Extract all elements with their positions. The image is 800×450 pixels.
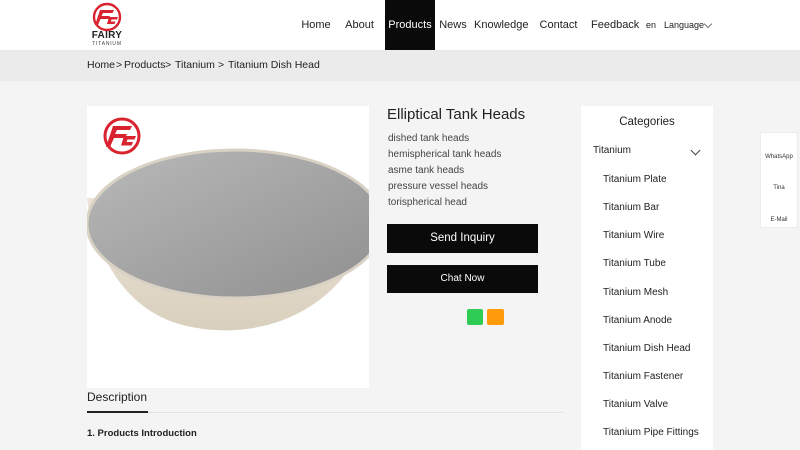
categories-panel: Categories Titanium Titanium Plate Titan… bbox=[581, 106, 713, 450]
breadcrumb-separator: > bbox=[116, 59, 123, 71]
send-inquiry-button[interactable]: Send Inquiry bbox=[387, 224, 538, 253]
product-keyword: torispherical head bbox=[388, 197, 467, 208]
share-orange-icon[interactable] bbox=[487, 309, 504, 325]
product-keyword: pressure vessel heads bbox=[388, 181, 489, 192]
description-divider bbox=[87, 412, 563, 413]
logo-subtitle: TITANIUM bbox=[92, 41, 122, 47]
nav-feedback[interactable]: Feedback bbox=[591, 0, 639, 50]
tab-active-underline bbox=[87, 411, 148, 413]
category-item[interactable]: Titanium Valve bbox=[603, 399, 668, 410]
tab-description[interactable]: Description bbox=[87, 390, 147, 404]
language-code[interactable]: en bbox=[646, 0, 656, 50]
chevron-down-icon[interactable] bbox=[703, 19, 713, 29]
dish-head-image bbox=[87, 117, 369, 331]
product-title: Elliptical Tank Heads bbox=[387, 106, 526, 123]
breadcrumb-separator: > bbox=[218, 59, 225, 71]
product-keyword: hemispherical tank heads bbox=[388, 149, 502, 160]
page: FAIRY TITANIUM Home About Us Products Ne… bbox=[0, 0, 800, 450]
nav-products[interactable]: Products bbox=[385, 0, 435, 50]
category-item[interactable]: Titanium Anode bbox=[603, 315, 672, 326]
nav-about-us[interactable]: About Us bbox=[337, 0, 382, 81]
breadcrumb-home[interactable]: Home bbox=[87, 50, 115, 81]
product-image[interactable] bbox=[87, 106, 369, 388]
chevron-down-icon[interactable] bbox=[690, 145, 701, 156]
logo-wordmark: FAIRY bbox=[91, 30, 123, 41]
language-selector[interactable]: Language bbox=[664, 0, 704, 50]
product-keyword: asme tank heads bbox=[388, 165, 465, 176]
categories-title: Categories bbox=[619, 116, 675, 128]
category-item[interactable]: Titanium Tube bbox=[603, 258, 666, 269]
breadcrumb-current: Titanium Dish Head bbox=[228, 59, 320, 71]
logo-mark-icon bbox=[92, 2, 122, 32]
category-item[interactable]: Titanium Bar bbox=[603, 202, 659, 213]
breadcrumb-separator: > bbox=[165, 59, 172, 71]
fairy-titanium-logo[interactable]: FAIRY TITANIUM bbox=[87, 2, 127, 48]
contact-side-widget: WhatsApp Tina E-Mail bbox=[760, 132, 798, 228]
site-header: FAIRY TITANIUM Home About Us Products Ne… bbox=[0, 0, 800, 81]
category-item[interactable]: Titanium Pipe Fittings bbox=[603, 427, 699, 438]
nav-news[interactable]: News bbox=[438, 0, 468, 50]
category-item[interactable]: Titanium Wire bbox=[603, 230, 664, 241]
nav-home[interactable]: Home bbox=[297, 0, 335, 50]
whatsapp-link[interactable]: WhatsApp bbox=[761, 154, 797, 160]
category-item[interactable]: Titanium Mesh bbox=[603, 287, 668, 298]
category-item[interactable]: Titanium Plate bbox=[603, 174, 667, 185]
nav-knowledge[interactable]: Knowledge bbox=[474, 0, 528, 50]
image-watermark-logo bbox=[103, 117, 141, 155]
tina-contact-link[interactable]: Tina bbox=[761, 185, 797, 191]
share-green-icon[interactable] bbox=[467, 309, 483, 325]
nav-contact-us[interactable]: Contact Us bbox=[532, 0, 585, 81]
description-heading: 1. Products Introduction bbox=[87, 428, 197, 439]
chat-now-button[interactable]: Chat Now bbox=[387, 265, 538, 293]
breadcrumb-products[interactable]: Products bbox=[124, 50, 165, 81]
email-link[interactable]: E-Mail bbox=[761, 217, 797, 223]
category-titanium[interactable]: Titanium bbox=[593, 145, 631, 156]
product-keyword: dished tank heads bbox=[388, 133, 470, 144]
category-item[interactable]: Titanium Fastener bbox=[603, 371, 683, 382]
breadcrumb: Home > Products > Titanium > Titanium Di… bbox=[0, 50, 800, 81]
category-item[interactable]: Titanium Dish Head bbox=[603, 343, 690, 354]
breadcrumb-titanium[interactable]: Titanium bbox=[175, 50, 215, 81]
